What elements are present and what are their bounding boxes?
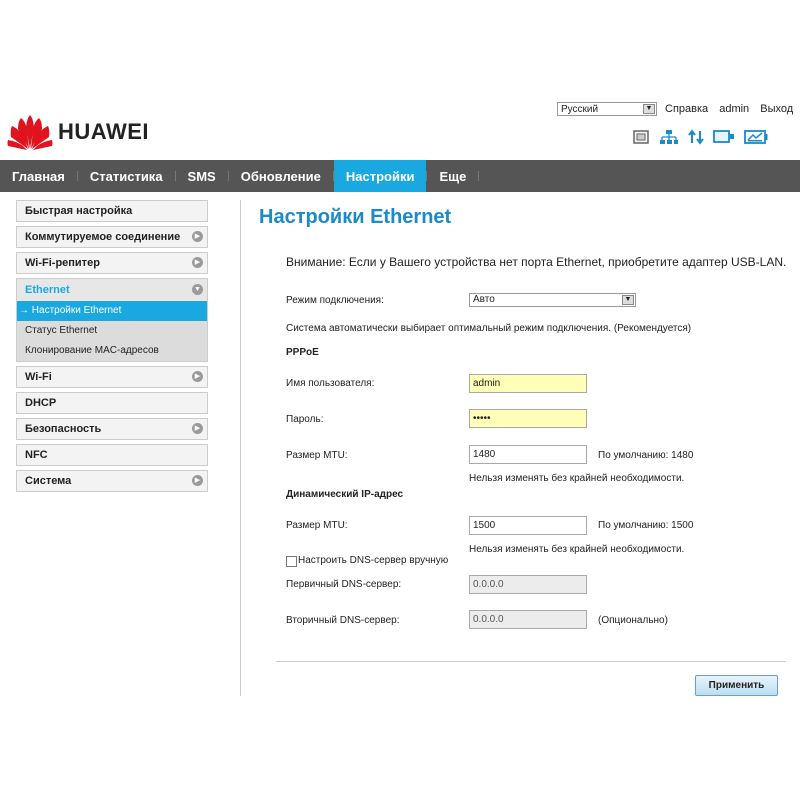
- dynamic-ip-section-title: Динамический IP-адрес: [286, 489, 404, 500]
- sidebar-item-label: NFC: [25, 449, 48, 461]
- content-divider: [240, 200, 241, 696]
- sidebar-item-label: Wi-Fi-репитер: [25, 257, 100, 269]
- nav-sms[interactable]: SMS: [176, 160, 228, 192]
- dynamic-mtu-default: По умолчанию: 1500: [598, 520, 694, 531]
- arrow-right-icon: →: [19, 305, 29, 316]
- language-select[interactable]: Русский ▼: [557, 102, 657, 116]
- wifi-icon: [713, 130, 734, 143]
- dns2-field[interactable]: 0.0.0.0: [469, 610, 587, 629]
- dns-manual-label: Настроить DNS-сервер вручную: [298, 555, 449, 566]
- nav-settings[interactable]: Настройки: [333, 160, 427, 192]
- chevron-right-icon: ▶: [192, 231, 203, 242]
- huawei-logo-icon: [7, 115, 53, 150]
- chevron-right-icon: ▶: [192, 371, 203, 382]
- dns1-field[interactable]: 0.0.0.0: [469, 575, 587, 594]
- password-field[interactable]: •••••: [469, 409, 587, 428]
- chevron-right-icon: ▶: [192, 423, 203, 434]
- page-title: Настройки Ethernet: [259, 206, 452, 228]
- sidebar-sub-ethernet-status[interactable]: Статус Ethernet: [17, 321, 207, 341]
- dns2-optional: (Опционально): [598, 615, 668, 626]
- apply-button[interactable]: Применить: [695, 675, 778, 696]
- sidebar-item-nfc[interactable]: NFC: [16, 444, 208, 466]
- sidebar-item-wifi[interactable]: Wi-Fi ▶: [16, 366, 208, 388]
- network-icon: [660, 130, 678, 144]
- chevron-right-icon: ▶: [192, 257, 203, 268]
- nav-divider: [478, 171, 480, 181]
- top-links: Справка admin Выход: [665, 103, 793, 115]
- nav-home[interactable]: Главная: [0, 160, 77, 192]
- password-label: Пароль:: [286, 414, 324, 425]
- logout-link[interactable]: Выход: [760, 103, 793, 115]
- sidebar-item-label: Быстрая настройка: [25, 205, 133, 217]
- huawei-logo: HUAWEI: [6, 113, 149, 151]
- connection-mode-value: Авто: [473, 294, 495, 305]
- dns2-label: Вторичный DNS-сервер:: [286, 615, 400, 626]
- dynamic-mtu-field[interactable]: 1500: [469, 516, 587, 535]
- brand-name: HUAWEI: [58, 119, 149, 144]
- sidebar-group-ethernet: Ethernet ▼ → Настройки Ethernet Статус E…: [16, 278, 208, 362]
- sidebar-sub-ethernet-settings[interactable]: → Настройки Ethernet: [17, 301, 207, 321]
- chevron-down-icon: ▼: [192, 284, 203, 295]
- sidebar-item-security[interactable]: Безопасность ▶: [16, 418, 208, 440]
- sidebar-item-label: Коммутируемое соединение: [25, 231, 181, 243]
- sidebar-item-wifi-repeater[interactable]: Wi-Fi-репитер ▶: [16, 252, 208, 274]
- status-icons: [632, 129, 768, 145]
- pppoe-mtu-default: По умолчанию: 1480: [598, 450, 694, 461]
- username-field[interactable]: admin: [469, 374, 587, 393]
- nav-more[interactable]: Еще: [427, 160, 478, 192]
- mode-hint: Система автоматически выбирает оптимальн…: [286, 323, 692, 334]
- sidebar-item-label: Безопасность: [25, 423, 102, 435]
- form-divider: [276, 661, 786, 662]
- nav-statistics[interactable]: Статистика: [78, 160, 175, 192]
- sidebar-item-label: Ethernet: [25, 284, 70, 296]
- sidebar-sub-mac-clone[interactable]: Клонирование MAC-адресов: [17, 341, 207, 361]
- sidebar: Быстрая настройка Коммутируемое соединен…: [16, 200, 208, 496]
- notice-text: Внимание: Если у Вашего устройства нет п…: [286, 255, 787, 269]
- dynamic-mtu-hint: Нельзя изменять без крайней необходимост…: [469, 544, 685, 555]
- pppoe-mtu-field[interactable]: 1480: [469, 445, 587, 464]
- main-nav: Главная Статистика SMS Обновление Настро…: [0, 160, 800, 192]
- sidebar-item-label: Wi-Fi: [25, 371, 52, 383]
- sidebar-item-quick-setup[interactable]: Быстрая настройка: [16, 200, 208, 222]
- dns-manual-checkbox[interactable]: [286, 556, 297, 567]
- help-link[interactable]: Справка: [665, 103, 708, 115]
- sidebar-item-dialup[interactable]: Коммутируемое соединение ▶: [16, 226, 208, 248]
- pppoe-mtu-hint: Нельзя изменять без крайней необходимост…: [469, 473, 685, 484]
- data-transfer-icon: [688, 129, 704, 145]
- connection-mode-select[interactable]: Авто ▼: [469, 293, 636, 307]
- mode-label: Режим подключения:: [286, 295, 384, 306]
- sidebar-item-dhcp[interactable]: DHCP: [16, 392, 208, 414]
- dns1-label: Первичный DNS-сервер:: [286, 579, 402, 590]
- chevron-right-icon: ▶: [192, 475, 203, 486]
- chevron-down-icon[interactable]: ▼: [622, 295, 634, 305]
- sidebar-item-system[interactable]: Система ▶: [16, 470, 208, 492]
- sidebar-item-ethernet[interactable]: Ethernet ▼: [17, 279, 207, 301]
- pppoe-mtu-label: Размер MTU:: [286, 450, 348, 461]
- username-label: Имя пользователя:: [286, 378, 375, 389]
- dynamic-mtu-label: Размер MTU:: [286, 520, 348, 531]
- sim-icon: [633, 130, 649, 144]
- language-value: Русский: [561, 104, 599, 115]
- nav-update[interactable]: Обновление: [229, 160, 333, 192]
- user-link[interactable]: admin: [719, 103, 749, 115]
- battery-icon: [744, 130, 768, 144]
- sidebar-item-label: Система: [25, 475, 72, 487]
- sidebar-sub-label: Настройки Ethernet: [31, 305, 122, 316]
- pppoe-section-title: PPPoE: [286, 347, 319, 358]
- chevron-down-icon[interactable]: ▼: [643, 104, 655, 114]
- sidebar-item-label: DHCP: [25, 397, 57, 409]
